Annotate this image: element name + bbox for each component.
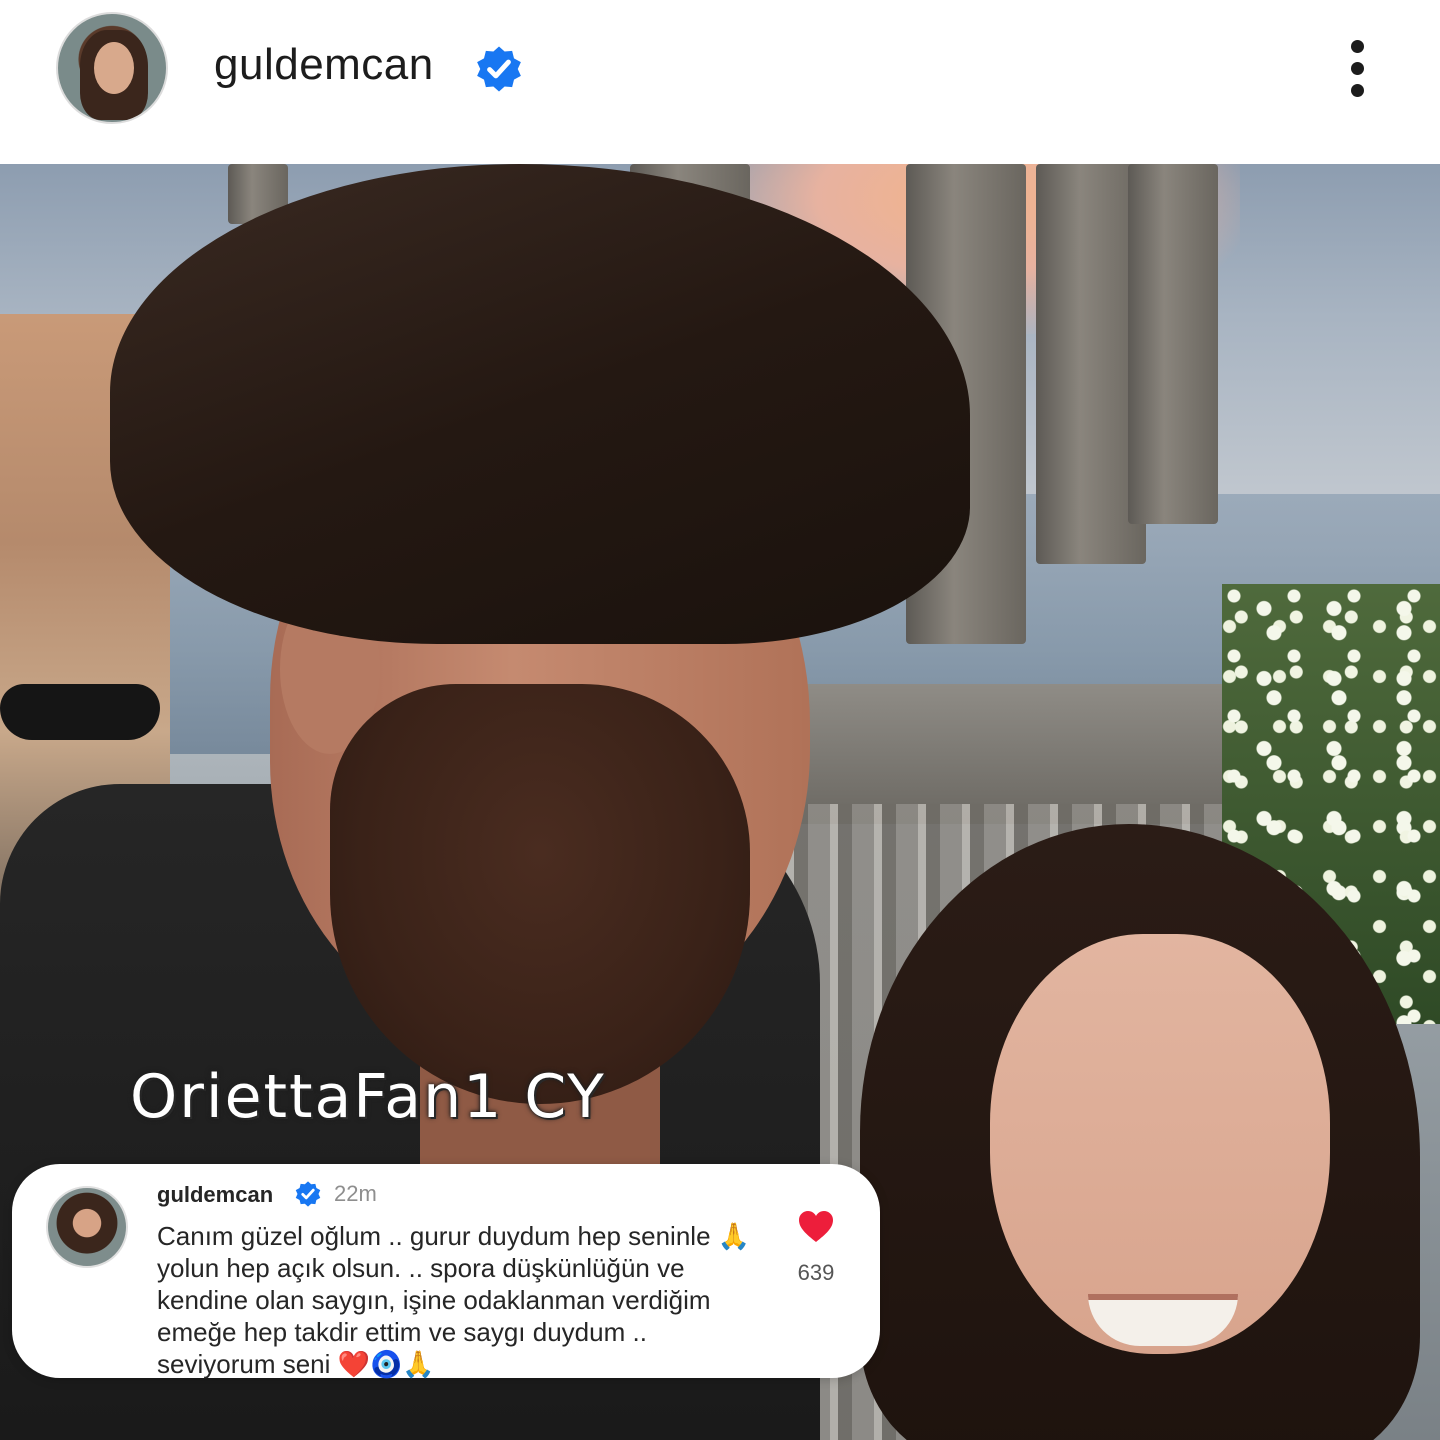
profile-avatar[interactable]: [56, 12, 168, 124]
comment-text: Canım güzel oğlum .. gurur duydum hep se…: [157, 1221, 751, 1379]
more-dot: [1351, 40, 1364, 53]
verified-badge-icon: [477, 46, 521, 92]
comment-timestamp: 22m: [334, 1181, 377, 1206]
more-dot: [1351, 62, 1364, 75]
profile-username[interactable]: guldemcan: [214, 40, 434, 90]
verified-badge-icon: [295, 1181, 321, 1207]
woman-face: [990, 934, 1330, 1354]
post-header: guldemcan: [0, 0, 1440, 164]
comment-avatar[interactable]: [46, 1186, 128, 1268]
photo-watermark: OriettaFan1 CY: [130, 1062, 606, 1132]
more-options-button[interactable]: [1336, 36, 1380, 100]
man-beard: [330, 684, 750, 1104]
comment-card[interactable]: guldemcan 22m Canım güzel oğlum .. gurur…: [12, 1164, 880, 1379]
more-dot: [1351, 84, 1364, 97]
stone-ledge: [780, 684, 1240, 824]
avatar-face: [94, 42, 134, 94]
sunglasses: [0, 684, 160, 740]
stone-column: [1128, 164, 1218, 524]
comment-username[interactable]: guldemcan: [157, 1182, 273, 1208]
heart-filled-icon[interactable]: [798, 1210, 834, 1244]
like-count: 639: [797, 1260, 835, 1285]
